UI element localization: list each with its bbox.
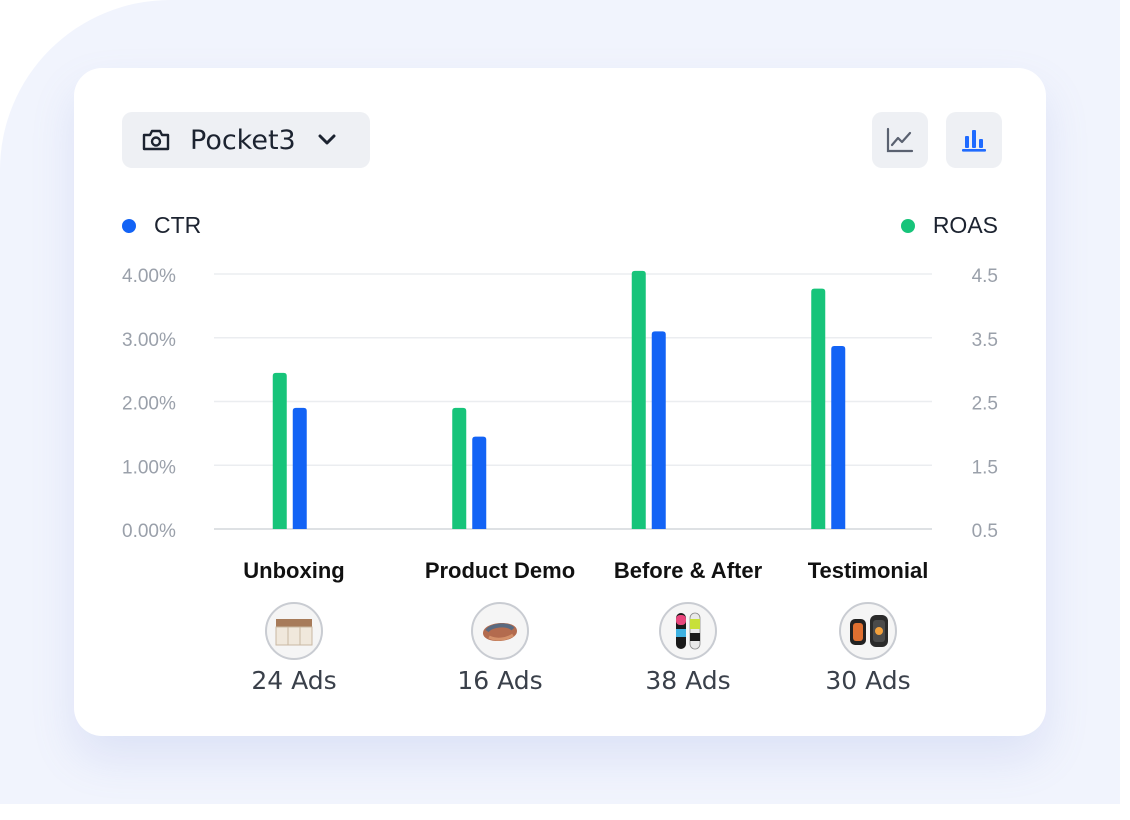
skis-thumbnail [659, 602, 717, 660]
category-before-after: Before & After 38 Ads [598, 558, 778, 695]
category-label: Product Demo [424, 558, 576, 583]
ads-count: 30 Ads [825, 666, 911, 695]
smartwatch-thumbnail [839, 602, 897, 660]
bar-chart: 4.00% 4.5 3.00% 3.5 2.00% 2.5 1.00% 1.5 0.00% 0.5 [122, 266, 998, 542]
bar-roas [811, 288, 826, 529]
ads-count: 16 Ads [457, 666, 543, 695]
bar-roas [631, 270, 646, 529]
y-axis-left-tick: 2.00% [122, 394, 176, 415]
ads-count: 24 Ads [251, 666, 337, 695]
y-axis-left-tick: 4.00% [122, 266, 176, 287]
y-axis-right-tick: 2.5 [972, 394, 998, 415]
bar-roas [452, 407, 467, 529]
category-product-demo: Product Demo 16 Ads [410, 558, 590, 695]
category-label: Testimonial [807, 558, 929, 583]
chart-card: Pocket3 CTR ROAS 4.00% 4.5 3.00% 3.5 2.00% 2.… [74, 68, 1046, 736]
ads-count: 38 Ads [645, 666, 731, 695]
bar-ctr [472, 436, 487, 529]
category-testimonial: Testimonial 30 Ads [778, 558, 958, 695]
bar-ctr [292, 407, 307, 529]
y-axis-left-tick: 1.00% [122, 457, 176, 478]
y-axis-right-tick: 4.5 [972, 266, 998, 287]
storage-box-thumbnail [265, 602, 323, 660]
category-unboxing: Unboxing 24 Ads [204, 558, 384, 695]
bar-roas [272, 372, 287, 529]
y-axis-left-tick: 3.00% [122, 330, 176, 351]
scarf-thumbnail [471, 602, 529, 660]
y-axis-right-tick: 0.5 [972, 521, 998, 542]
bar-ctr [831, 346, 846, 529]
y-axis-left-tick: 0.00% [122, 521, 176, 542]
category-label: Before & After [613, 558, 763, 583]
bar-ctr [651, 331, 666, 529]
y-axis-right-tick: 1.5 [972, 457, 998, 478]
y-axis-right-tick: 3.5 [972, 330, 998, 351]
category-label: Unboxing [243, 558, 345, 583]
